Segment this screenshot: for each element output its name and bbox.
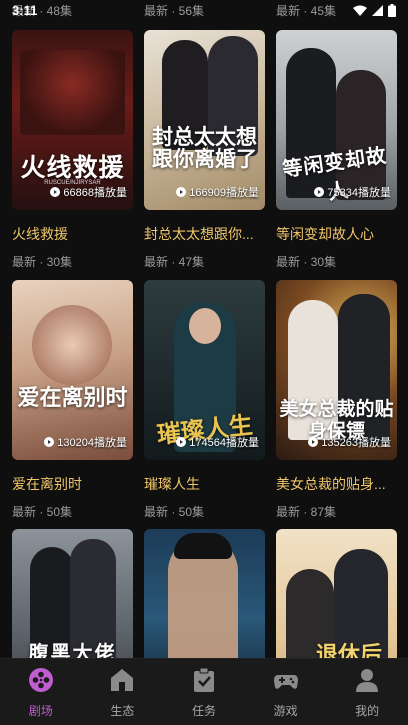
house-icon — [111, 669, 134, 691]
card-title[interactable]: 美女总裁的贴身... — [276, 474, 397, 494]
card-title[interactable]: 等闲变却故人心 — [276, 224, 397, 244]
film-reel-icon — [28, 668, 53, 692]
drama-feed[interactable]: 最新 · 48集 最新 · 56集 最新 · 45集 火线救援 RUSCUE/N… — [0, 0, 408, 660]
play-icon — [314, 187, 325, 197]
drama-card[interactable]: 火线救援 RUSCUE/NJIRYSAR 66868播放量 火线救援 最新 · … — [12, 30, 133, 270]
nav-item-theater[interactable]: 剧场 — [6, 659, 76, 719]
play-count-text: 130204播放量 — [57, 437, 127, 449]
play-icon — [176, 437, 187, 447]
nav-item-profile[interactable]: 我的 — [332, 659, 402, 719]
gamepad-icon — [273, 675, 298, 689]
play-icon — [308, 437, 319, 447]
poster-calligraphy: 封总太太想跟你离婚了 — [152, 124, 257, 171]
poster[interactable] — [144, 529, 265, 660]
card-meta: 最新 · 30集 — [12, 255, 73, 269]
nav-label: 游戏 — [273, 704, 298, 718]
play-count-text: 166909播放量 — [189, 187, 259, 199]
drama-card[interactable]: 等闲变却故人 75334播放量 等闲变却故人心 最新 · 30集 — [276, 30, 397, 270]
nav-item-tasks[interactable]: 任务 — [169, 659, 239, 719]
play-count: 174564播放量 — [176, 434, 259, 450]
play-count: 66868播放量 — [50, 184, 127, 200]
poster-calligraphy: 腹黑大佬 — [28, 641, 117, 660]
card-title[interactable]: 火线救援 — [12, 224, 133, 244]
nav-item-ecology[interactable]: 生态 — [87, 659, 157, 719]
signal-icon — [372, 5, 383, 16]
wifi-icon — [353, 5, 367, 16]
nav-label: 我的 — [355, 704, 380, 718]
drama-card[interactable]: 封总太太想跟你离婚了 166909播放量 封总太太想跟你... 最新 · 47集 — [144, 30, 265, 270]
play-count-text: 135263播放量 — [321, 437, 391, 449]
bottom-nav: 剧场 生态 任务 游戏 我的 — [0, 658, 408, 725]
drama-card[interactable]: 美女总裁的贴身保镖 135263播放量 美女总裁的贴身... 最新 · 87集 — [276, 280, 397, 520]
poster[interactable]: 等闲变却故人 75334播放量 — [276, 30, 397, 210]
card-title[interactable]: 封总太太想跟你... — [144, 224, 265, 244]
poster[interactable]: 璀璨人生 174564播放量 — [144, 280, 265, 460]
nav-label: 生态 — [110, 704, 135, 718]
status-time: 3:11 — [12, 3, 38, 18]
card-meta: 最新 · 30集 — [276, 255, 337, 269]
poster-calligraphy: 爱在离别时 — [17, 385, 128, 411]
status-icons — [353, 4, 396, 17]
drama-card[interactable]: 腹黑大佬 — [12, 529, 133, 660]
card-meta: 最新 · 47集 — [144, 255, 205, 269]
nav-label: 任务 — [191, 704, 216, 718]
card-meta: 最新 · 50集 — [12, 505, 73, 519]
nav-item-games[interactable]: 游戏 — [251, 659, 321, 719]
drama-card[interactable]: 璀璨人生 174564播放量 璀璨人生 最新 · 50集 — [144, 280, 265, 520]
poster-calligraphy: 退休后 — [316, 642, 383, 660]
poster[interactable]: 封总太太想跟你离婚了 166909播放量 — [144, 30, 265, 210]
play-count-text: 75334播放量 — [327, 187, 391, 199]
battery-icon — [388, 4, 396, 17]
play-count: 166909播放量 — [176, 184, 259, 200]
poster[interactable]: 退休后 — [276, 529, 397, 660]
play-count-text: 174564播放量 — [189, 437, 259, 449]
play-count: 75334播放量 — [314, 184, 391, 200]
card-meta: 最新 · 87集 — [276, 505, 337, 519]
play-count: 130204播放量 — [44, 434, 127, 450]
poster[interactable]: 爱在离别时 130204播放量 — [12, 280, 133, 460]
person-icon — [356, 669, 379, 692]
play-icon — [176, 187, 187, 197]
drama-card[interactable] — [144, 529, 265, 660]
nav-label: 剧场 — [28, 704, 53, 718]
drama-card[interactable]: 退休后 — [276, 529, 397, 660]
card-title[interactable]: 璀璨人生 — [144, 474, 265, 494]
card-title[interactable]: 爱在离别时 — [12, 474, 133, 494]
poster-calligraphy: 火线救援 — [20, 153, 125, 182]
poster[interactable]: 美女总裁的贴身保镖 135263播放量 — [276, 280, 397, 460]
play-icon — [50, 187, 61, 197]
play-icon — [44, 437, 55, 447]
status-bar: 3:11 — [0, 0, 408, 22]
poster[interactable]: 火线救援 RUSCUE/NJIRYSAR 66868播放量 — [12, 30, 133, 210]
drama-card[interactable]: 爱在离别时 130204播放量 爱在离别时 最新 · 50集 — [12, 280, 133, 520]
clipboard-check-icon — [193, 667, 214, 692]
play-count: 135263播放量 — [308, 434, 391, 450]
poster[interactable]: 腹黑大佬 — [12, 529, 133, 660]
play-count-text: 66868播放量 — [63, 187, 127, 199]
card-meta: 最新 · 50集 — [144, 505, 205, 519]
